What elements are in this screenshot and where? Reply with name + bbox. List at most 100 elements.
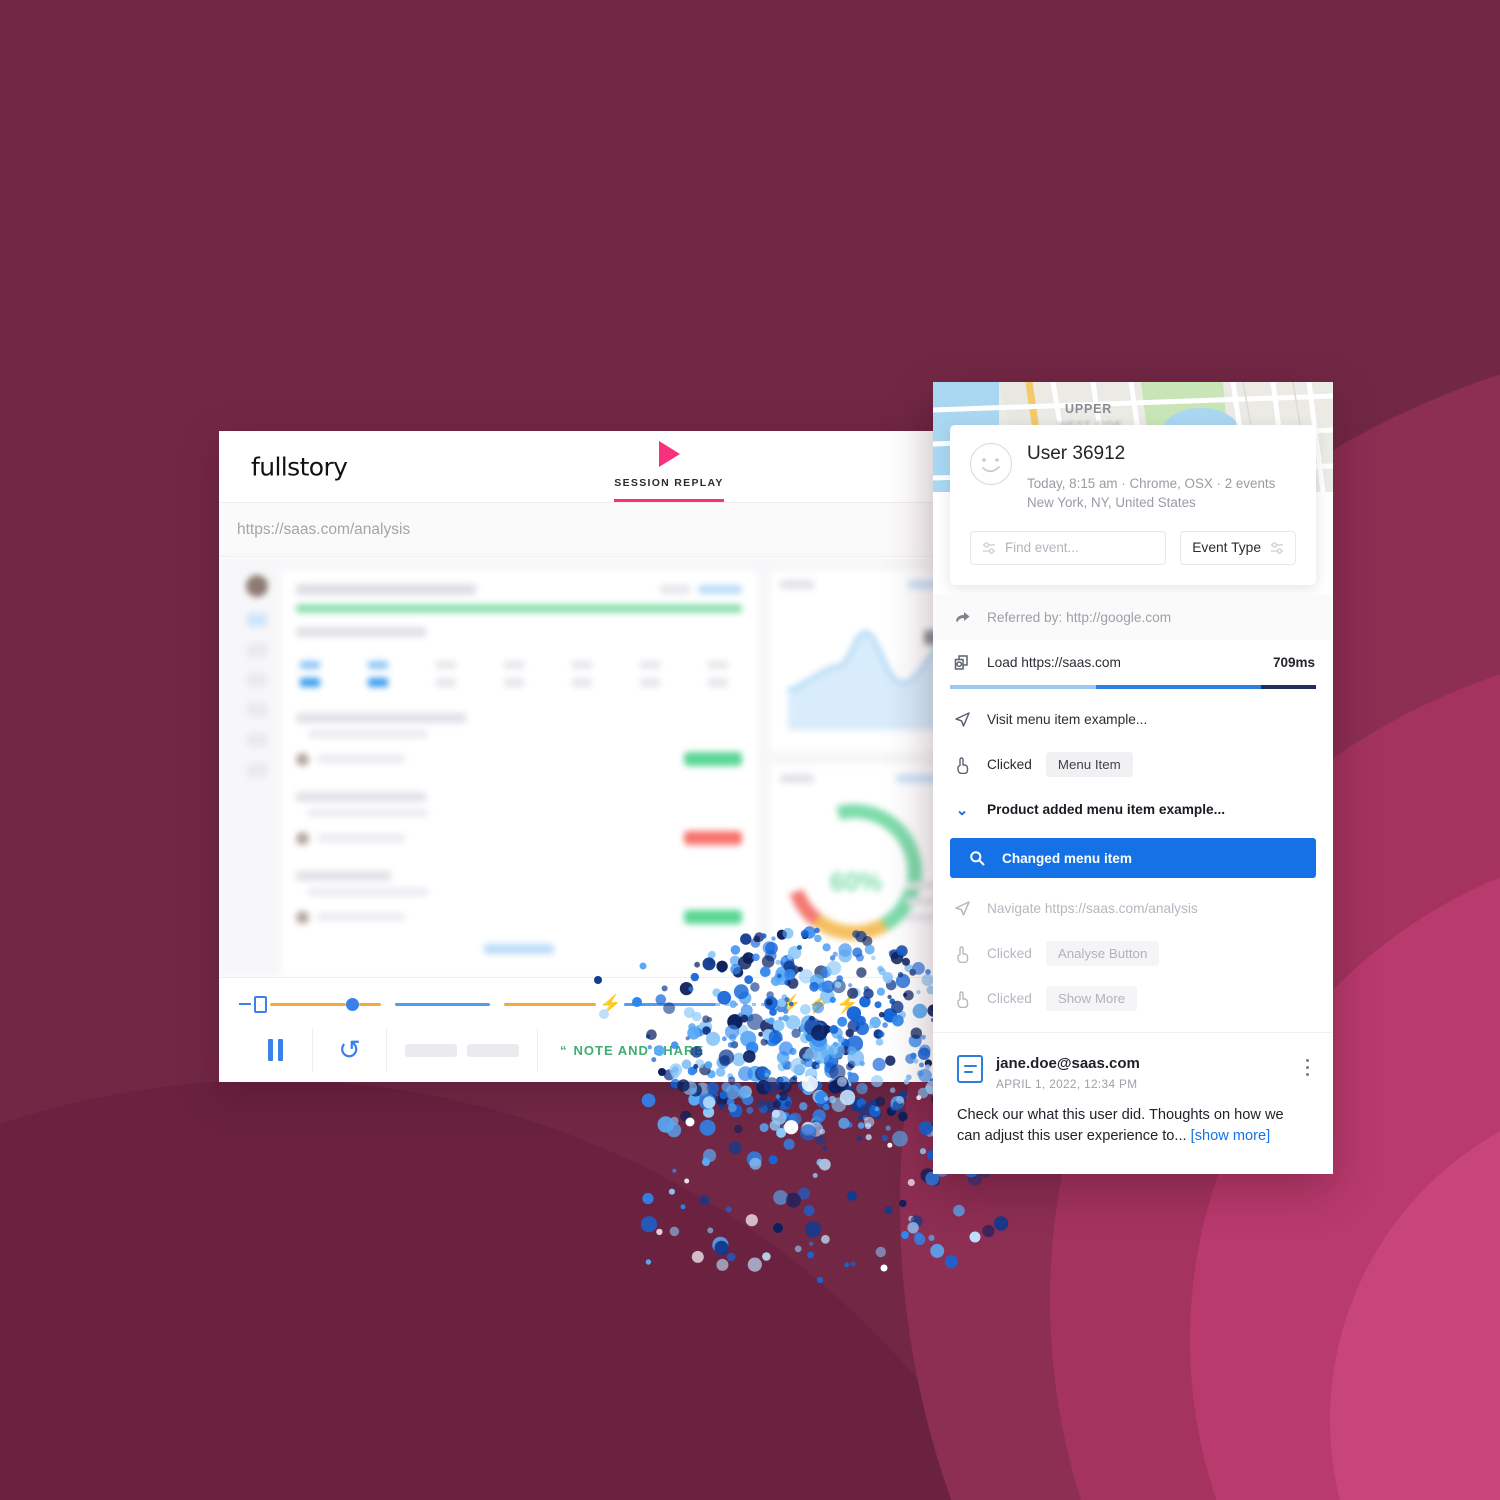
- sliders-icon: [1271, 542, 1283, 554]
- mock-list-row: [296, 792, 742, 845]
- event-row-product-added[interactable]: ⌄ Product added menu item example...: [933, 787, 1333, 832]
- click-hand-icon: [951, 990, 973, 1008]
- chevron-down-icon[interactable]: ⌄: [951, 801, 973, 819]
- scrubber-segment: [395, 1002, 490, 1006]
- playback-speed-control[interactable]: [387, 1028, 538, 1072]
- mock-nav-icon: [247, 673, 267, 687]
- mock-tab-strip: [296, 661, 742, 687]
- mock-nav-icon: [247, 643, 267, 657]
- mock-main-panel: [279, 569, 759, 977]
- event-label: Clicked: [987, 757, 1032, 772]
- click-hand-icon: [951, 945, 973, 963]
- note-and-share-label: NOTE AND SHARE: [573, 1042, 705, 1058]
- search-icon: [966, 850, 988, 866]
- event-duration: 709ms: [1272, 655, 1315, 670]
- scrubber-segment: [624, 1002, 717, 1006]
- transport-row: ↺ “ NOTE AND SHARE: [239, 1020, 959, 1080]
- scrubber-start-dash: [239, 1003, 251, 1005]
- replay-header: fullstory SESSION REPLAY: [219, 431, 979, 503]
- pause-button[interactable]: [239, 1028, 313, 1072]
- event-row-load[interactable]: Load https://saas.com 709ms: [933, 640, 1333, 689]
- arrow-forward-icon: [951, 609, 973, 626]
- user-location: New York, NY, United States: [1027, 495, 1196, 511]
- event-row-clicked-show-more[interactable]: Clicked Show More: [933, 976, 1333, 1021]
- user-name: User 36912: [1027, 443, 1126, 464]
- replayed-page-content: 60%: [219, 557, 979, 977]
- pause-icon: [268, 1039, 283, 1061]
- load-progress-bar: [950, 685, 1317, 689]
- url-bar: https://saas.com/analysis: [219, 503, 979, 557]
- event-target-chip[interactable]: Menu Item: [1045, 752, 1133, 777]
- mock-subheading: [296, 627, 426, 637]
- filter-icon: [983, 542, 995, 554]
- smiley-icon: [970, 443, 1012, 485]
- click-hand-icon: [951, 756, 973, 774]
- navigate-icon: [951, 711, 973, 728]
- event-label: Product added menu item example...: [987, 802, 1226, 817]
- event-label: Clicked: [987, 946, 1032, 961]
- scrubber-segment: [270, 1002, 346, 1006]
- event-row-navigate[interactable]: Navigate https://saas.com/analysis: [933, 886, 1333, 931]
- rage-click-icon: ⚡: [836, 994, 859, 1014]
- mock-progress-bar: [296, 604, 742, 613]
- rage-click-icon: ⚡: [599, 994, 622, 1014]
- event-label: Referred by: http://google.com: [987, 610, 1172, 625]
- mock-nav-icon: [247, 733, 267, 747]
- mock-nav-icon: [247, 703, 267, 717]
- event-row-clicked-analyse[interactable]: Clicked Analyse Button: [933, 931, 1333, 976]
- note-and-share-button[interactable]: “ NOTE AND SHARE: [560, 1043, 704, 1058]
- player-controls: ⚡ ⚡ ⚡ ⚡ ↺ “ NOTE AND SHARE: [219, 977, 979, 1081]
- replay-icon: ↺: [338, 1034, 361, 1065]
- event-label: Navigate https://saas.com/analysis: [987, 901, 1198, 916]
- map-neighborhood-label: UPPER: [1065, 402, 1113, 416]
- session-replay-window: fullstory SESSION REPLAY https://saas.co…: [219, 431, 979, 1082]
- event-type-filter-button[interactable]: Event Type: [1180, 530, 1296, 565]
- event-target-chip[interactable]: Analyse Button: [1045, 941, 1160, 966]
- mock-list-row: [296, 871, 742, 924]
- user-session-meta: Today, 8:15 am · Chrome, OSX · 2 events: [1027, 476, 1276, 491]
- scrubber-playhead[interactable]: [346, 997, 359, 1011]
- quote-icon: “: [560, 1042, 568, 1058]
- event-type-label: Event Type: [1192, 540, 1261, 556]
- event-row-referrer[interactable]: Referred by: http://google.com: [933, 595, 1333, 640]
- scrubber-dotted-segment: [716, 1002, 777, 1006]
- page-load-icon: [951, 654, 973, 672]
- show-more-link[interactable]: [show more]: [1191, 1128, 1270, 1144]
- scrubber-segment: [359, 1002, 381, 1006]
- replay-10s-button[interactable]: ↺: [313, 1028, 387, 1072]
- event-row-changed-menu-item[interactable]: Changed menu item: [950, 838, 1316, 878]
- mock-nav-icon: [247, 763, 267, 777]
- mock-donut-value: 60%: [829, 866, 883, 897]
- note-timestamp: APRIL 1, 2022, 12:34 PM: [996, 1076, 1138, 1091]
- timeline-scrubber[interactable]: ⚡ ⚡ ⚡ ⚡: [239, 994, 959, 1014]
- page-document-icon: [254, 995, 267, 1013]
- event-label: Changed menu item: [1002, 850, 1132, 866]
- event-row-clicked-menu-item[interactable]: Clicked Menu Item: [933, 742, 1333, 787]
- search-input[interactable]: Find event...: [970, 530, 1167, 565]
- session-note: jane.doe@saas.com APRIL 1, 2022, 12:34 P…: [933, 1031, 1333, 1174]
- rage-click-icon: ⚡: [807, 994, 831, 1014]
- fullstory-logo: fullstory: [251, 452, 348, 481]
- note-icon: [957, 1054, 983, 1083]
- mock-list-row: [296, 713, 742, 766]
- event-label: Visit menu item example...: [987, 712, 1148, 727]
- event-label: Clicked: [987, 991, 1032, 1006]
- event-row-visit[interactable]: Visit menu item example...: [933, 697, 1333, 742]
- mock-sidebar: [235, 569, 279, 977]
- session-detail-panel: UPPER WEST SIDE User 36912 Today, 8:15 a…: [933, 382, 1333, 1174]
- user-summary-card: User 36912 Today, 8:15 am · Chrome, OSX …: [950, 425, 1316, 585]
- mock-avatar: [246, 575, 268, 597]
- mock-heading: [296, 584, 476, 595]
- kebab-menu-icon[interactable]: [1305, 1055, 1309, 1077]
- search-input-placeholder: Find event...: [1005, 540, 1079, 556]
- tab-session-replay-label: SESSION REPLAY: [614, 477, 724, 502]
- tab-session-replay[interactable]: SESSION REPLAY: [589, 441, 749, 502]
- scrubber-segment: [504, 1002, 596, 1006]
- play-triangle-icon: [658, 441, 680, 467]
- event-label: Load https://saas.com: [987, 655, 1121, 670]
- event-target-chip[interactable]: Show More: [1045, 986, 1138, 1011]
- url-text: https://saas.com/analysis: [237, 520, 411, 538]
- navigate-icon: [951, 900, 973, 917]
- rage-click-icon: ⚡: [779, 994, 802, 1014]
- mock-nav-icon: [247, 613, 267, 627]
